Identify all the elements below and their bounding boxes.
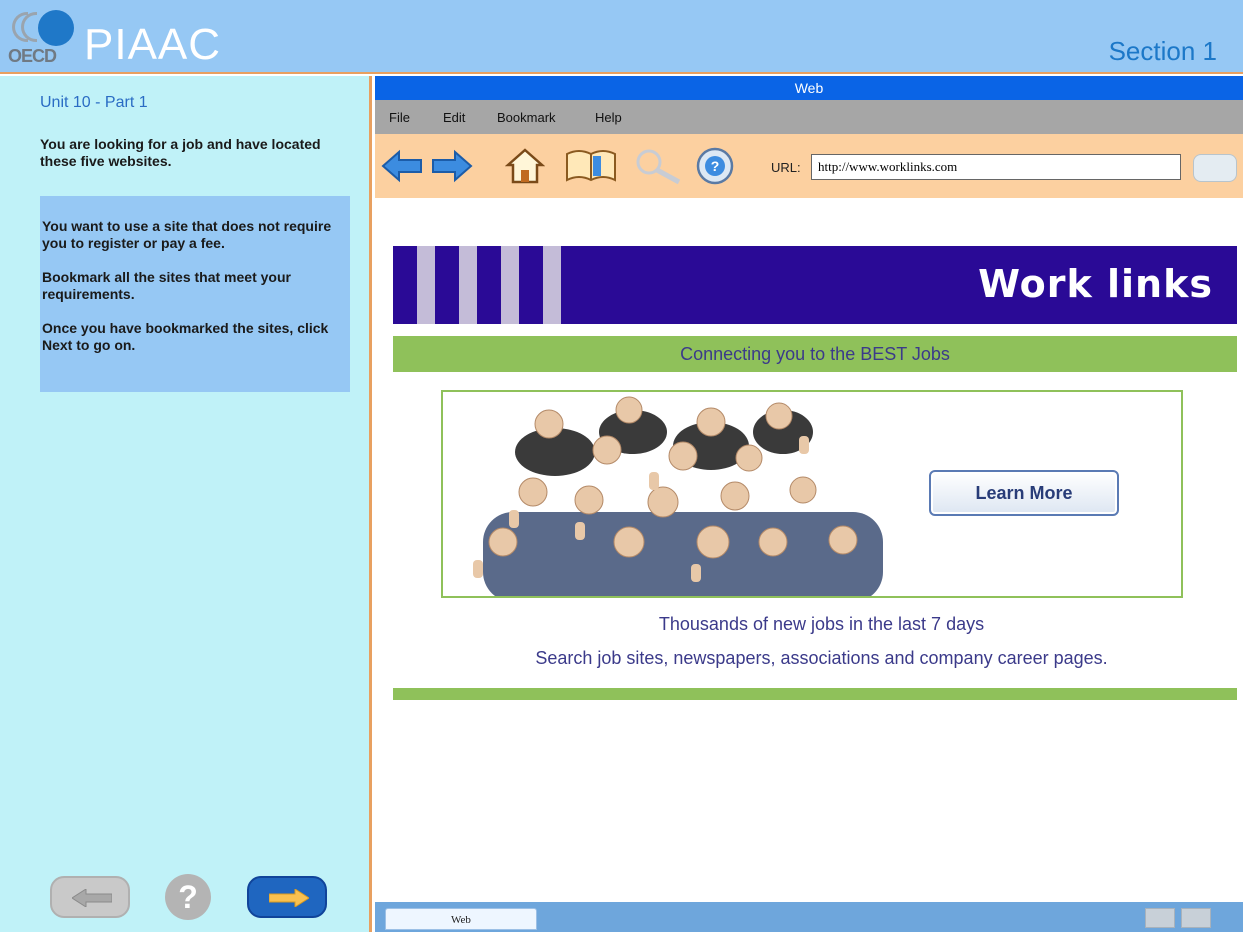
tab-web[interactable]: Web <box>385 908 537 930</box>
hero-panel: Learn More <box>441 390 1183 598</box>
search-magnifier-icon[interactable] <box>631 146 687 186</box>
site-logo-title: Work links <box>978 262 1213 306</box>
site-tagline: Connecting you to the BEST Jobs <box>393 336 1237 372</box>
back-arrow-icon[interactable] <box>381 146 423 186</box>
instruction-1: You want to use a site that does not req… <box>42 218 332 251</box>
group-photo <box>443 392 903 596</box>
divider <box>393 688 1237 700</box>
next-button[interactable] <box>247 876 327 918</box>
forward-arrow-icon[interactable] <box>431 146 473 186</box>
banner-stripe <box>543 246 561 324</box>
banner-stripe <box>417 246 435 324</box>
oecd-logo: OECD <box>8 6 78 68</box>
single-view-icon[interactable] <box>1145 908 1175 928</box>
menu-bookmark[interactable]: Bookmark <box>497 110 556 125</box>
go-button[interactable] <box>1193 154 1237 182</box>
menu-bar: File Edit Bookmark Help <box>375 100 1243 134</box>
app-header: OECD PIAAC Section 1 <box>0 0 1243 74</box>
instruction-2: Bookmark all the sites that meet your re… <box>42 269 291 302</box>
split-view-icon[interactable] <box>1181 908 1211 928</box>
menu-edit[interactable]: Edit <box>443 110 465 125</box>
web-browser: Web File Edit Bookmark Help ? URL: http:… <box>375 76 1243 932</box>
browser-title-bar: Web <box>375 76 1243 100</box>
task-intro: You are looking for a job and have locat… <box>40 136 321 169</box>
brand-title: PIAAC <box>84 20 222 69</box>
banner-stripe <box>501 246 519 324</box>
help-globe-icon[interactable]: ? <box>693 146 737 186</box>
help-button[interactable]: ? <box>165 874 211 920</box>
instructions-box: You want to use a site that does not req… <box>40 196 350 392</box>
bookmark-book-icon[interactable] <box>563 146 619 186</box>
banner-stripe <box>459 246 477 324</box>
menu-help[interactable]: Help <box>595 110 622 125</box>
promo-line-2: Search job sites, newspapers, associatio… <box>535 648 1108 668</box>
svg-text:?: ? <box>711 158 720 174</box>
unit-title: Unit 10 - Part 1 <box>40 94 148 111</box>
menu-file[interactable]: File <box>389 110 410 125</box>
back-button[interactable] <box>50 876 130 918</box>
browser-status-bar: Web <box>375 902 1243 932</box>
instruction-3: Once you have bookmarked the sites, clic… <box>42 320 329 353</box>
arrow-right-icon <box>269 889 309 907</box>
site-banner: Work links <box>393 246 1237 324</box>
section-label: Section 1 <box>1108 36 1217 66</box>
browser-toolbar: ? URL: http://www.worklinks.com <box>375 134 1243 198</box>
learn-more-button[interactable]: Learn More <box>929 470 1119 516</box>
task-panel: Unit 10 - Part 1 You are looking for a j… <box>0 76 372 932</box>
home-icon[interactable] <box>505 146 545 186</box>
url-field[interactable]: http://www.worklinks.com <box>811 154 1181 180</box>
url-label: URL: <box>771 160 801 175</box>
arrow-left-icon <box>72 889 112 907</box>
promo-line-1: Thousands of new jobs in the last 7 days <box>658 614 985 634</box>
